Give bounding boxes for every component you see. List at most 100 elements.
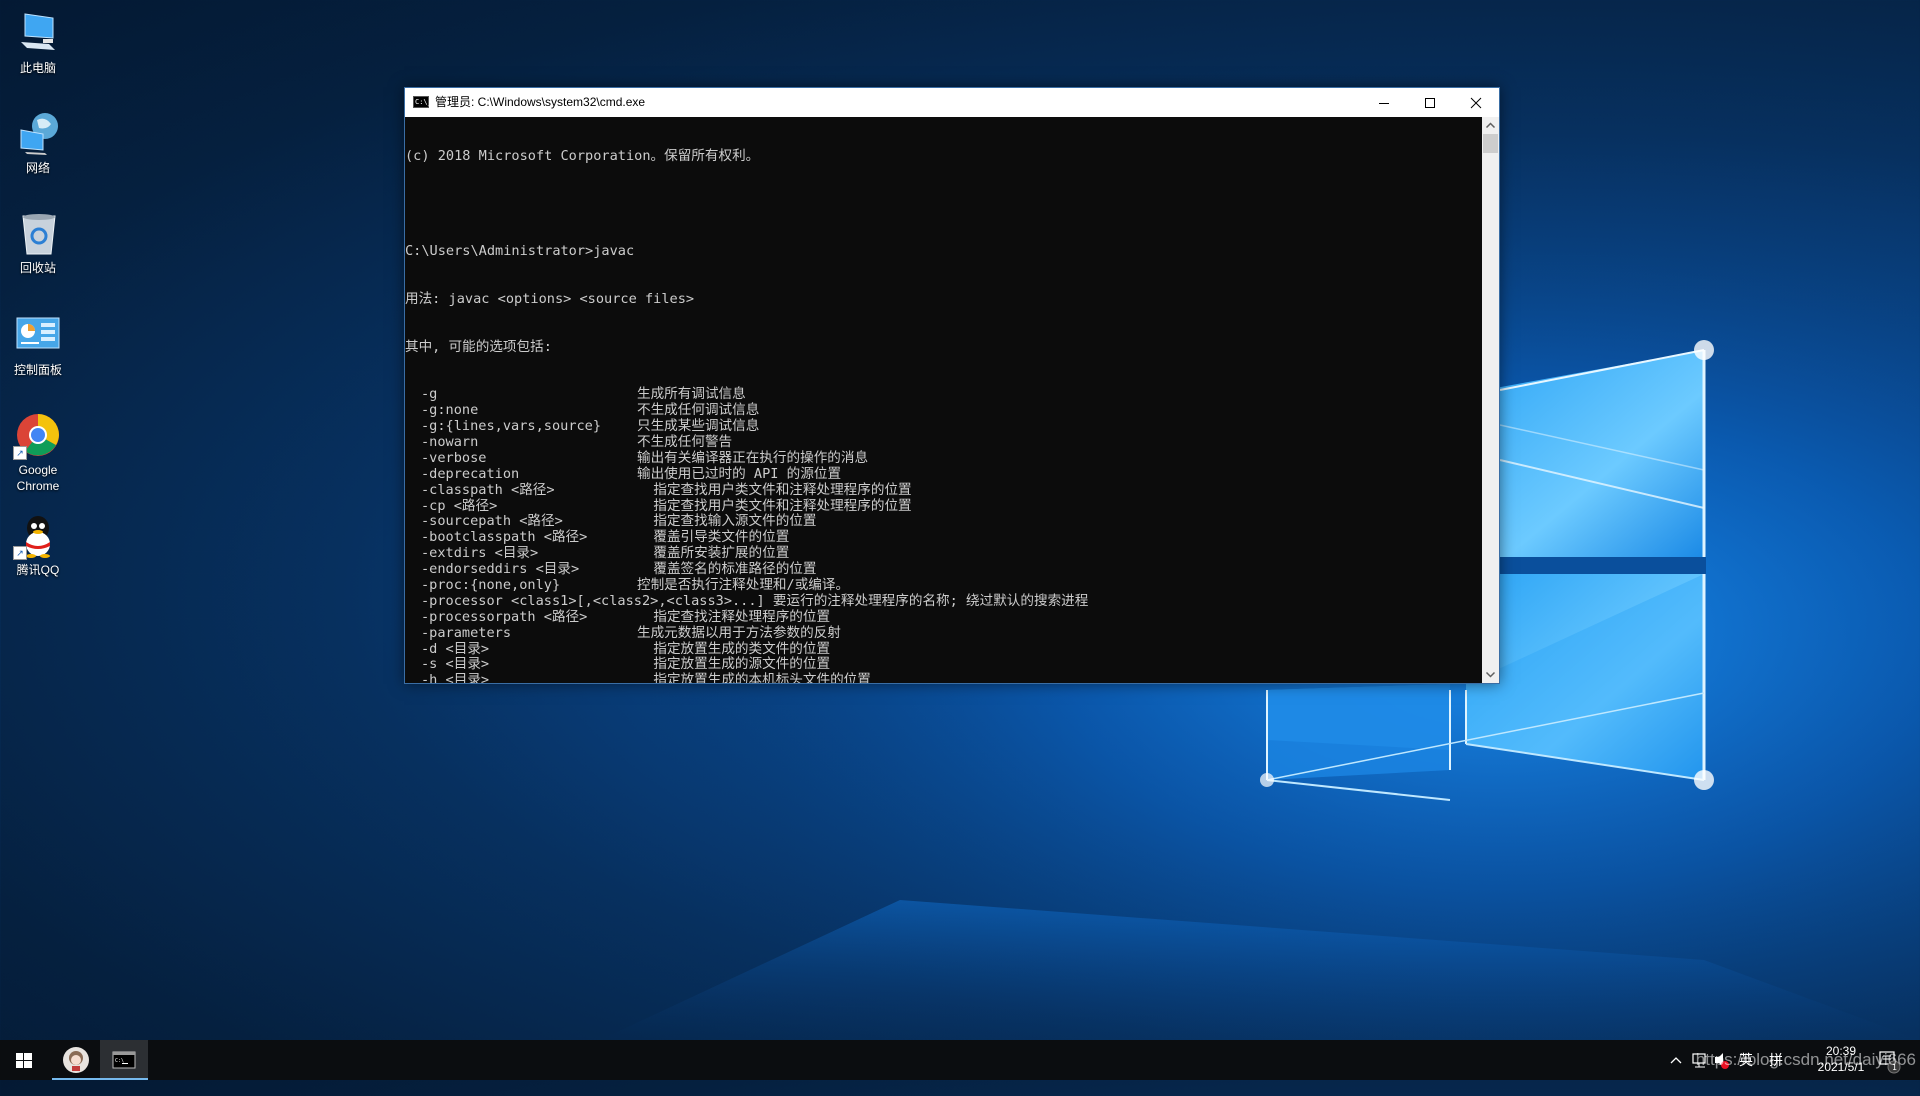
start-button[interactable] (0, 1040, 48, 1080)
option-description: 指定查找用户类文件和注释处理程序的位置 (637, 497, 912, 514)
taskbar-app-cmd[interactable]: C:\ (100, 1040, 148, 1080)
cmd-app-icon: C:\_ (413, 96, 432, 108)
desktop-icon-label: 腾讯QQ (16, 563, 60, 577)
maximize-button[interactable] (1407, 88, 1453, 117)
option-flag: -bootclasspath <路径> (421, 529, 588, 546)
desktop-icon-network[interactable]: 网络 (2, 110, 74, 176)
chevron-up-icon (1670, 1057, 1682, 1064)
minimize-button[interactable] (1361, 88, 1407, 117)
option-flag: -sourcepath <路径> (421, 513, 563, 530)
option-line: -verbose 输出有关编译器正在执行的操作的消息 (405, 449, 1482, 467)
option-flag: -nowarn (421, 434, 479, 450)
recycle-bin-icon (15, 210, 61, 256)
windows-logo-icon (16, 1053, 32, 1068)
console-line: (c) 2018 Microsoft Corporation。保留所有权利。 (405, 147, 760, 164)
desktop-icon-label: 此电脑 (19, 61, 56, 75)
console-output[interactable]: (c) 2018 Microsoft Corporation。保留所有权利。 C… (405, 117, 1482, 683)
option-flag: -verbose (421, 449, 487, 466)
option-description: 生成元数据以用于方法参数的反射 (637, 624, 841, 641)
option-line: -d <目录> 指定放置生成的类文件的位置 (405, 640, 1482, 658)
desktop-icon-label: 回收站 (19, 261, 56, 275)
option-line: -parameters 生成元数据以用于方法参数的反射 (405, 624, 1482, 642)
option-line: -processorpath <路径> 指定查找注释处理程序的位置 (405, 608, 1482, 626)
option-description: 覆盖签名的标准路径的位置 (637, 561, 817, 578)
cmd-window[interactable]: C:\_ 管理员: C:\Windows\system32\cmd.exe (c… (404, 87, 1500, 684)
option-line: -g 生成所有调试信息 (405, 386, 1482, 403)
maximize-icon (1425, 98, 1435, 108)
chrome-icon: ↗ (13, 412, 61, 460)
computer-icon (15, 10, 61, 56)
option-line: -sourcepath <路径> 指定查找输入源文件的位置 (405, 514, 1482, 530)
option-description: 覆盖所安装扩展的位置 (637, 545, 790, 562)
close-icon (1470, 97, 1482, 109)
option-description: 指定查找注释处理程序的位置 (637, 608, 831, 625)
option-line: -endorseddirs <目录> 覆盖签名的标准路径的位置 (405, 561, 1482, 578)
control-panel-icon (15, 312, 61, 358)
window-title: 管理员: C:\Windows\system32\cmd.exe (435, 95, 646, 109)
option-flag: -endorseddirs <目录> (421, 561, 580, 578)
desktop-icon-qq[interactable]: ↗ 腾讯QQ (2, 512, 74, 578)
option-description: 生成所有调试信息 (637, 386, 746, 403)
option-flag: -cp <路径> (421, 497, 498, 514)
option-flag: -processorpath <路径> (421, 608, 588, 625)
option-line: -bootclasspath <路径> 覆盖引导类文件的位置 (405, 529, 1482, 546)
scroll-up-button[interactable] (1482, 117, 1499, 134)
desktop-icon-this-pc[interactable]: 此电脑 (2, 10, 74, 76)
option-description: 指定放置生成的类文件的位置 (637, 640, 831, 657)
scroll-down-button[interactable] (1482, 666, 1499, 683)
desktop-icon-label: 网络 (25, 161, 50, 175)
option-description: 指定查找用户类文件和注释处理程序的位置 (637, 481, 912, 498)
option-flag: -proc:{none,only} (421, 577, 561, 594)
option-description: 指定放置生成的源文件的位置 (637, 656, 831, 673)
option-list: -g 生成所有调试信息 -g:none 不生成任何调试信息 -g:{lines,vars… (405, 386, 1482, 683)
desktop-icon-chrome[interactable]: ↗ Google Chrome (2, 412, 74, 494)
option-description: 覆盖引导类文件的位置 (637, 529, 790, 546)
minimize-icon (1379, 103, 1389, 104)
vertical-scrollbar[interactable] (1482, 117, 1499, 683)
title-bar[interactable]: C:\_ 管理员: C:\Windows\system32\cmd.exe (405, 88, 1499, 117)
option-flag: -processor <class1>[,<class2>,<class3>..… (421, 592, 765, 609)
taskbar-app-avatar[interactable] (52, 1040, 100, 1080)
option-line: -deprecation 输出使用已过时的 API 的源位置 (405, 465, 1482, 483)
chevron-up-icon (1485, 122, 1496, 129)
option-line: -g:none 不生成任何调试信息 (405, 402, 1482, 419)
option-description: 控制是否执行注释处理和/或编译。 (637, 577, 850, 594)
show-hidden-icons-button[interactable] (1666, 1040, 1686, 1080)
cmd-icon: C:\ (112, 1051, 136, 1069)
option-description: 输出使用已过时的 API 的源位置 (637, 465, 842, 482)
desktop-icon-label: 控制面板 (13, 363, 62, 377)
console-line: C:\Users\Administrator>javac (405, 243, 635, 260)
option-flag: -d <目录> (421, 640, 490, 657)
watermark-text: https://blog.csdn.net/daiyi666 (1695, 1050, 1916, 1069)
option-description: 要运行的注释处理程序的名称; 绕过默认的搜索进程 (764, 592, 1089, 609)
avatar-icon (63, 1047, 89, 1073)
option-line: -nowarn 不生成任何警告 (405, 434, 1482, 451)
console-line: 用法: javac <options> <source files> (405, 290, 695, 307)
desktop-icon-control-panel[interactable]: 控制面板 (2, 312, 74, 378)
option-flag: -g (421, 386, 438, 403)
option-flag: -extdirs <目录> (421, 545, 539, 562)
option-description: 不生成任何调试信息 (637, 402, 760, 419)
option-line: -cp <路径> 指定查找用户类文件和注释处理程序的位置 (405, 497, 1482, 515)
option-flag: -g:{lines,vars,source} (421, 418, 602, 435)
shortcut-arrow-icon: ↗ (13, 446, 27, 460)
console-line: 其中, 可能的选项包括: (405, 338, 552, 355)
taskbar: C:\ 英 拼 20:39 2021/5/1 1 https://blog.cs… (0, 1040, 1920, 1080)
option-line: -extdirs <目录> 覆盖所安装扩展的位置 (405, 545, 1482, 562)
option-flag: -h <目录> (421, 672, 490, 683)
option-description: 不生成任何警告 (637, 434, 733, 450)
scroll-thumb[interactable] (1483, 134, 1498, 153)
option-description: 指定查找输入源文件的位置 (637, 513, 817, 530)
option-flag: -s <目录> (421, 656, 490, 673)
option-line: -proc:{none,only} 控制是否执行注释处理和/或编译。 (405, 577, 1482, 594)
close-button[interactable] (1453, 88, 1499, 117)
desktop-icon-recycle-bin[interactable]: 回收站 (2, 210, 74, 276)
option-flag: -deprecation (421, 465, 520, 482)
option-flag: -classpath <路径> (421, 481, 555, 498)
option-description: 只生成某些调试信息 (637, 418, 760, 435)
option-line: -h <目录> 指定放置生成的本机标头文件的位置 (405, 672, 1482, 683)
option-description: 指定放置生成的本机标头文件的位置 (637, 672, 871, 683)
option-flag: -parameters (421, 624, 512, 641)
option-flag: -g:none (421, 402, 479, 419)
